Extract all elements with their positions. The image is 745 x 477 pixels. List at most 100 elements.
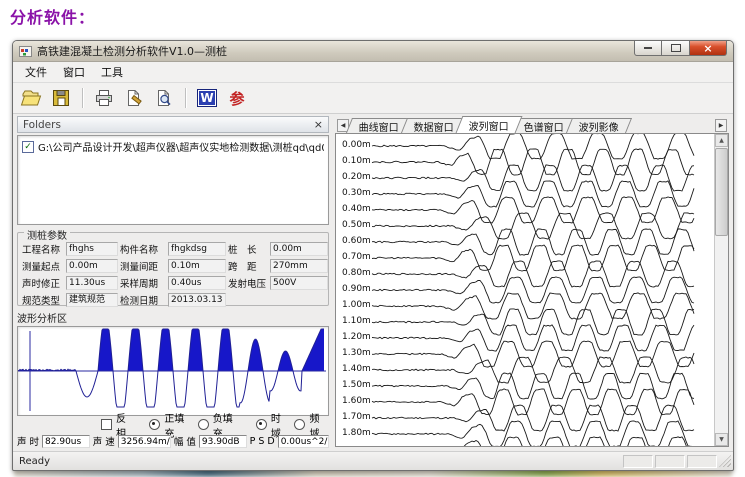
folder-checkbox[interactable]: ✓ bbox=[22, 141, 34, 153]
invert-checkbox[interactable] bbox=[101, 419, 112, 430]
param-value: 0.10m bbox=[168, 259, 226, 273]
tab[interactable]: 波列窗口 bbox=[456, 116, 523, 133]
word-export-button[interactable]: W bbox=[195, 86, 219, 110]
param-value: 0.00m bbox=[270, 242, 328, 256]
scroll-down-button[interactable]: ▼ bbox=[715, 433, 728, 446]
open-folder-icon bbox=[20, 87, 42, 109]
status-bar: Ready bbox=[13, 451, 733, 470]
depth-label: 0.70m bbox=[342, 252, 371, 262]
depth-label: 0.40m bbox=[342, 204, 371, 214]
depth-label: 0.30m bbox=[342, 188, 371, 198]
menu-item[interactable]: 工具 bbox=[93, 62, 131, 82]
tab[interactable]: 波列影像 bbox=[566, 118, 632, 133]
toolbar-separator bbox=[82, 88, 83, 108]
param-value: 500V bbox=[270, 276, 328, 290]
folder-tree: ✓ G:\公司产品设计开发\超声仪器\超声仪实地检测数据\测桩qd\qd03\q… bbox=[17, 135, 329, 225]
menu-item[interactable]: 窗口 bbox=[55, 62, 93, 82]
param-button[interactable]: 参 bbox=[225, 86, 249, 110]
minimize-icon bbox=[644, 47, 652, 49]
depth-label: 0.20m bbox=[342, 172, 371, 182]
depth-label: 0.80m bbox=[342, 268, 371, 278]
page-heading: 分析软件： bbox=[10, 4, 95, 28]
wave-analysis-title: 波形分析区 bbox=[17, 310, 329, 325]
depth-label: 1.10m bbox=[342, 316, 371, 326]
open-file-button[interactable] bbox=[19, 86, 43, 110]
printer-icon bbox=[93, 87, 115, 109]
depth-label: 0.50m bbox=[342, 220, 371, 230]
page-tool-icon bbox=[123, 87, 145, 109]
psd-value[interactable]: 0.00us^2/m bbox=[278, 435, 329, 448]
depth-label: 1.40m bbox=[342, 364, 371, 374]
param-label: 发射电压 bbox=[228, 276, 268, 290]
window-controls: × bbox=[634, 41, 727, 56]
wave-traces bbox=[336, 134, 712, 446]
tab-label: 曲线窗口 bbox=[359, 119, 399, 134]
vertical-scrollbar[interactable]: ▲ ▼ bbox=[714, 134, 728, 446]
edit-tool-button[interactable] bbox=[122, 86, 146, 110]
amplitude-label: 幅 值 bbox=[174, 434, 196, 448]
param-value: fhgkdsg bbox=[168, 242, 226, 256]
scroll-up-button[interactable]: ▲ bbox=[715, 134, 728, 147]
page-magnifier-icon bbox=[153, 87, 175, 109]
sound-time-value[interactable]: 82.90us bbox=[42, 435, 90, 448]
wave-readouts: 声 时 82.90us 声 速 3256.94m/s 幅 值 93.90dB P… bbox=[17, 434, 329, 448]
wave-analysis-plot bbox=[17, 326, 329, 416]
maximize-icon bbox=[671, 44, 681, 52]
print-button[interactable] bbox=[92, 86, 116, 110]
status-indicator bbox=[687, 455, 717, 468]
tab-scroll-right-button[interactable]: ▶ bbox=[715, 119, 727, 132]
fill-negative-radio[interactable] bbox=[198, 419, 209, 430]
minimize-button[interactable] bbox=[634, 41, 662, 56]
window-titlebar[interactable]: 高铁建混凝土检测分析软件V1.0—测桩 × bbox=[13, 41, 733, 62]
param-label: 规范类型 bbox=[22, 293, 64, 307]
depth-label: 1.60m bbox=[342, 396, 371, 406]
save-icon bbox=[50, 87, 72, 109]
time-domain-radio[interactable] bbox=[256, 419, 267, 430]
sound-speed-label: 声 速 bbox=[93, 434, 115, 448]
right-panel: ◀ 曲线窗口数据窗口波列窗口色谱窗口波列影像 ▶ ▲ ▼ 0.00m 0.10m 0… bbox=[335, 116, 729, 449]
toolbar: W 参 bbox=[13, 83, 733, 114]
close-button[interactable]: × bbox=[689, 41, 727, 56]
status-text: Ready bbox=[13, 456, 623, 467]
tab-label: 数据窗口 bbox=[414, 119, 454, 134]
scrollbar-thumb[interactable] bbox=[715, 148, 728, 236]
app-window: 高铁建混凝土检测分析软件V1.0—测桩 × 文件窗口工具 W bbox=[12, 40, 734, 471]
pile-params-group: 测桩参数 工程名称 fhghs 构件名称 fhgkdsg 桩 长 0.00m 测… bbox=[17, 232, 329, 306]
status-indicator bbox=[623, 455, 653, 468]
param-label: 测量间距 bbox=[120, 259, 166, 273]
param-label: 检测日期 bbox=[120, 293, 166, 307]
fill-positive-radio[interactable] bbox=[149, 419, 160, 430]
depth-label: 1.80m bbox=[342, 428, 371, 438]
param-label: 桩 长 bbox=[228, 242, 268, 256]
depth-label: 1.20m bbox=[342, 332, 371, 342]
left-panel: Folders × ✓ G:\公司产品设计开发\超声仪器\超声仪实地检测数据\测… bbox=[17, 116, 329, 449]
depth-label: 0.90m bbox=[342, 284, 371, 294]
param-label: 构件名称 bbox=[120, 242, 166, 256]
amplitude-value[interactable]: 93.90dB bbox=[199, 435, 247, 448]
client-area: Folders × ✓ G:\公司产品设计开发\超声仪器\超声仪实地检测数据\测… bbox=[13, 114, 733, 451]
tab-label: 色谱窗口 bbox=[524, 119, 564, 134]
menu-item[interactable]: 文件 bbox=[17, 62, 55, 82]
param-label: 声时修正 bbox=[22, 276, 64, 290]
param-value: 2013.03.13 bbox=[168, 293, 226, 307]
depth-label: 1.50m bbox=[342, 380, 371, 390]
folders-panel-header: Folders × bbox=[17, 116, 329, 133]
depth-label: 0.60m bbox=[342, 236, 371, 246]
folder-tree-item[interactable]: ✓ G:\公司产品设计开发\超声仪器\超声仪实地检测数据\测桩qd\qd03\q… bbox=[22, 139, 324, 154]
sound-speed-value[interactable]: 3256.94m/s bbox=[118, 435, 171, 448]
app-icon bbox=[19, 45, 32, 58]
depth-label: 1.30m bbox=[342, 348, 371, 358]
freq-domain-radio[interactable] bbox=[294, 419, 305, 430]
depth-label: 0.10m bbox=[342, 156, 371, 166]
depth-label: 0.00m bbox=[342, 140, 371, 150]
param-label: 跨 距 bbox=[228, 259, 268, 273]
tab-strip: ◀ 曲线窗口数据窗口波列窗口色谱窗口波列影像 ▶ bbox=[335, 116, 729, 133]
save-button[interactable] bbox=[49, 86, 73, 110]
param-label: 工程名称 bbox=[22, 242, 64, 256]
resize-grip[interactable] bbox=[719, 455, 731, 467]
folders-close-button[interactable]: × bbox=[314, 119, 323, 130]
wave-list-area: ▲ ▼ 0.00m 0.10m 0.20m 0.30m 0.40m 0.50m 0.60m 0… bbox=[335, 133, 729, 447]
maximize-button[interactable] bbox=[662, 41, 689, 56]
print-preview-button[interactable] bbox=[152, 86, 176, 110]
wave-controls: 反相 正填充 负填充 时域 频域 bbox=[17, 418, 329, 431]
